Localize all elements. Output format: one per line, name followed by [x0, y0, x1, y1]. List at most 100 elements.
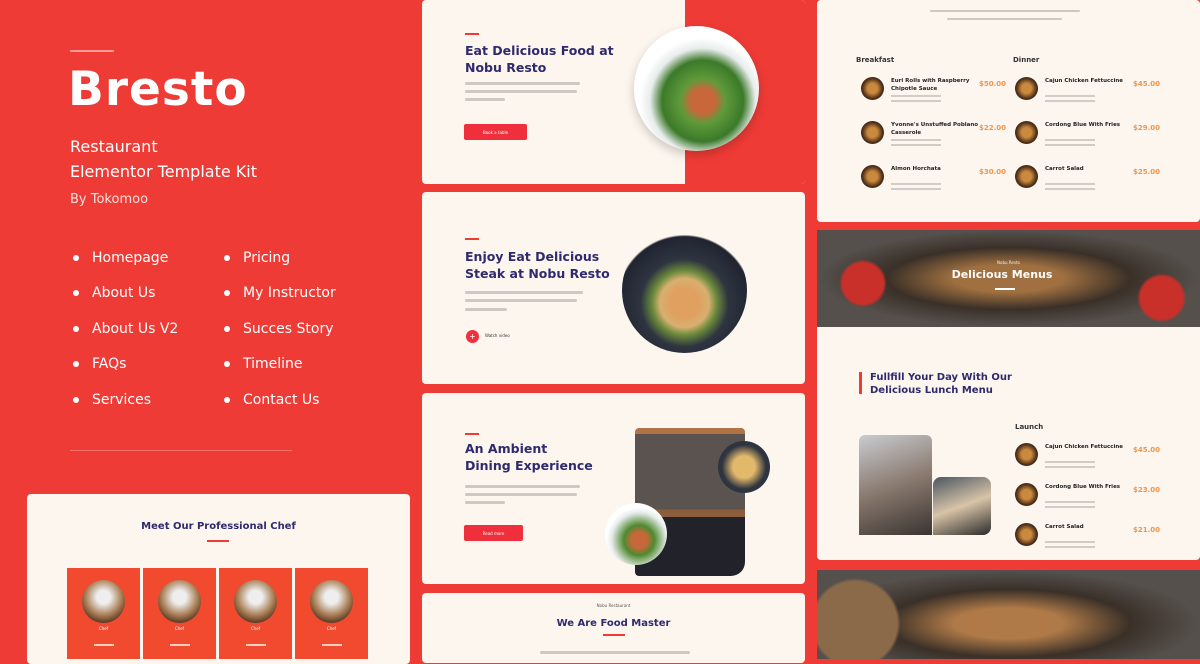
- page-link[interactable]: FAQs: [73, 356, 126, 372]
- dish-name: Cordong Blue With Fries: [1045, 484, 1121, 490]
- author: By Tokomoo: [70, 192, 149, 207]
- chef-title-underline: [207, 540, 229, 542]
- menu-item: Carrot Salad $25.00: [1015, 165, 1165, 195]
- dish-price: $45.00: [1133, 80, 1161, 88]
- page-label: FAQs: [92, 356, 127, 372]
- slide-accent: [465, 238, 479, 240]
- hero-accent-line: [70, 50, 114, 52]
- page-link[interactable]: Succes Story: [224, 321, 334, 337]
- delicious-menus-banner: Nobu Resto Delicious Menus: [817, 230, 1200, 327]
- bullet-icon: [224, 255, 230, 261]
- dish-price: $25.00: [1133, 168, 1161, 176]
- dish-thumbnail: [861, 165, 884, 188]
- dish-name: Yvonne's Unstuffed Poblano Casserole: [891, 122, 979, 136]
- dish-name: Cajun Chicken Fettuccine: [1045, 444, 1124, 450]
- dish-name: Carrot Salad: [1045, 166, 1084, 172]
- page-label: Succes Story: [243, 321, 334, 337]
- lunch-menu-preview: Fullfill Your Day With Our Delicious Lunc…: [817, 327, 1200, 560]
- chef-name: Chef: [174, 626, 185, 631]
- dish-name: Almon Horchata: [891, 166, 941, 172]
- page-label: Contact Us: [243, 392, 320, 408]
- chef-divider: [322, 644, 342, 646]
- page-label: Pricing: [243, 250, 291, 266]
- steak-plate-image: [622, 228, 747, 353]
- dish-price: $45.00: [1133, 446, 1161, 454]
- chef-photo: [82, 580, 125, 623]
- page-label: About Us: [92, 285, 156, 301]
- menu-item: Cajun Chicken Fettuccine $45.00: [1015, 77, 1165, 107]
- slide-3-preview: An Ambient Dining Experience Read more: [422, 393, 805, 584]
- menu-item: Cordong Blue With Fries $29.00: [1015, 121, 1165, 151]
- page-link[interactable]: About Us: [73, 285, 155, 301]
- title-underline: [603, 634, 625, 636]
- bullet-icon: [73, 397, 79, 403]
- page-link[interactable]: Timeline: [224, 356, 303, 372]
- chef-divider: [170, 644, 190, 646]
- slide-title: Enjoy Eat Delicious Steak at Nobu Resto: [465, 249, 610, 281]
- chef-section-title: Meet Our Professional Chef: [141, 521, 296, 532]
- page-link[interactable]: My Instructor: [224, 285, 336, 301]
- slide-2-preview: Enjoy Eat Delicious Steak at Nobu Resto +…: [422, 192, 805, 384]
- lunch-title: Fullfill Your Day With Our Delicious Lunc…: [870, 372, 1012, 396]
- dish-name: Cordong Blue With Fries: [1045, 122, 1121, 128]
- play-icon[interactable]: +: [466, 330, 479, 343]
- banner-eyebrow: Nobu Resto: [997, 260, 1020, 265]
- page-link[interactable]: Pricing: [224, 250, 290, 266]
- subtitle-line1: Restaurant: [70, 137, 158, 156]
- salad-plate-image: [634, 26, 759, 151]
- dish-price: $23.00: [1133, 486, 1161, 494]
- title-accent: [859, 372, 862, 394]
- menu-item: Almon Horchata $30.00: [861, 165, 1011, 195]
- page-link[interactable]: Homepage: [73, 250, 168, 266]
- chef-cooking-image: [859, 435, 932, 535]
- chef-image: [933, 477, 991, 535]
- page-link[interactable]: About Us V2: [73, 321, 178, 337]
- page-label: My Instructor: [243, 285, 336, 301]
- chef-card: Chef: [295, 568, 368, 659]
- bullet-icon: [73, 326, 79, 332]
- slide-title: An Ambient Dining Experience: [465, 441, 593, 473]
- lunch-list-title: Launch: [1015, 423, 1044, 431]
- chef-name: Chef: [250, 626, 261, 631]
- section-title: We Are Food Master: [556, 618, 671, 629]
- page-label: Timeline: [243, 356, 303, 372]
- chef-name: Chef: [326, 626, 337, 631]
- read-more-button[interactable]: Read more: [464, 525, 523, 541]
- chef-photo: [234, 580, 277, 623]
- bullet-icon: [73, 255, 79, 261]
- chef-name: Chef: [98, 626, 109, 631]
- dish-price: $50.00: [979, 80, 1007, 88]
- dish-thumbnail: [861, 121, 884, 144]
- dish-name: Carrot Salad: [1045, 524, 1084, 530]
- dish-thumbnail: [1015, 523, 1038, 546]
- slide-title: Eat Delicious Food at Nobu Resto: [465, 43, 614, 75]
- chef-photo: [310, 580, 353, 623]
- book-table-button[interactable]: Book a table: [464, 124, 527, 140]
- menu-item: Cordong Blue With Fries $23.00: [1015, 483, 1165, 513]
- watch-video-link[interactable]: Watch video: [485, 333, 510, 338]
- dish-thumbnail: [1015, 121, 1038, 144]
- dish-price: $30.00: [979, 168, 1007, 176]
- dish-thumbnail: [1015, 165, 1038, 188]
- menu-item: Carrot Salad $21.00: [1015, 523, 1165, 553]
- dish-thumbnail: [1015, 483, 1038, 506]
- slide-1-preview: Eat Delicious Food at Nobu Resto Book a t…: [422, 0, 805, 184]
- page-label: About Us V2: [92, 321, 179, 337]
- chef-divider: [94, 644, 114, 646]
- dish-name: Cajun Chicken Fettuccine: [1045, 78, 1124, 84]
- dish-thumbnail: [861, 77, 884, 100]
- bullet-icon: [224, 361, 230, 367]
- dish-price: $22.00: [979, 124, 1007, 132]
- dish-thumbnail: [1015, 443, 1038, 466]
- page-link[interactable]: Services: [73, 392, 151, 408]
- menu-item: Euri Rolls with Raspberry Chipotle Sauce…: [861, 77, 1011, 107]
- subtitle-line2: Elementor Template Kit: [70, 162, 257, 181]
- platter-image: [718, 441, 770, 493]
- bullet-icon: [224, 290, 230, 296]
- chef-card: Chef: [67, 568, 140, 659]
- dish-thumbnail: [1015, 77, 1038, 100]
- slide-4-preview: Nobu Restaurant We Are Food Master: [422, 593, 805, 663]
- bullet-icon: [224, 397, 230, 403]
- page-link[interactable]: Contact Us: [224, 392, 319, 408]
- chef-divider: [246, 644, 266, 646]
